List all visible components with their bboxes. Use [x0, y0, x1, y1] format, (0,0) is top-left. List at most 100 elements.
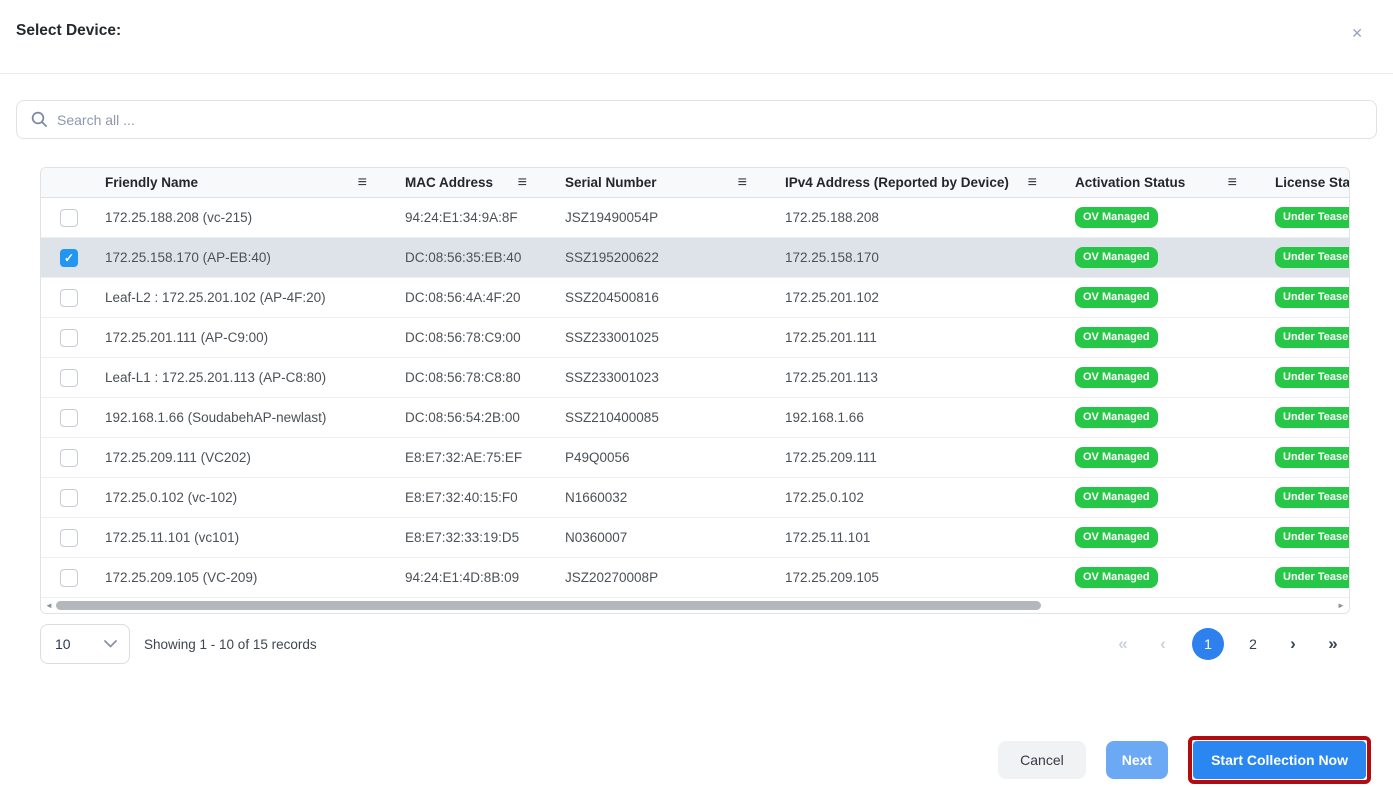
column-label: IPv4 Address (Reported by Device) [785, 175, 1009, 190]
table-row[interactable]: Leaf-L2 : 172.25.201.102 (AP-4F:20) DC:0… [41, 278, 1350, 318]
column-label: Activation Status [1075, 175, 1185, 190]
cell-mac-address: E8:E7:32:33:19:D5 [397, 530, 557, 545]
cell-serial-number: SSZ210400085 [557, 410, 777, 425]
modal-footer: Cancel Next Start Collection Now [0, 736, 1393, 784]
first-page-button[interactable]: « [1112, 634, 1134, 654]
table-row[interactable]: Leaf-L1 : 172.25.201.113 (AP-C8:80) DC:0… [41, 358, 1350, 398]
row-checkbox[interactable] [60, 369, 78, 387]
table-row[interactable]: 172.25.209.111 (VC202) E8:E7:32:AE:75:EF… [41, 438, 1350, 478]
column-menu-icon[interactable]: ≡ [1228, 174, 1237, 192]
cell-mac-address: DC:08:56:4A:4F:20 [397, 290, 557, 305]
cell-friendly-name: 172.25.188.208 (vc-215) [97, 210, 397, 225]
cell-ipv4-address: 172.25.209.105 [777, 570, 1067, 585]
column-menu-icon[interactable]: ≡ [1028, 174, 1037, 192]
cell-serial-number: P49Q0056 [557, 450, 777, 465]
license-status-badge: Under Teaser [1275, 567, 1350, 588]
cancel-button[interactable]: Cancel [998, 741, 1086, 779]
check-icon: ✓ [64, 252, 74, 264]
row-checkbox[interactable] [60, 329, 78, 347]
scroll-left-icon[interactable]: ◄ [43, 598, 55, 613]
horizontal-scrollbar: ◄ ► [41, 598, 1349, 613]
scrollbar-thumb[interactable] [56, 601, 1041, 610]
table-row[interactable]: 192.168.1.66 (SoudabehAP-newlast) DC:08:… [41, 398, 1350, 438]
cell-ipv4-address: 172.25.201.111 [777, 330, 1067, 345]
cell-friendly-name: 172.25.158.170 (AP-EB:40) [97, 250, 397, 265]
page-button-2[interactable]: 2 [1242, 636, 1264, 652]
activation-status-badge: OV Managed [1075, 527, 1158, 548]
row-checkbox-checked[interactable]: ✓ [60, 249, 78, 267]
row-checkbox[interactable] [60, 409, 78, 427]
close-icon[interactable]: ✕ [1351, 26, 1363, 73]
cell-ipv4-address: 172.25.201.113 [777, 370, 1067, 385]
start-collection-now-button[interactable]: Start Collection Now [1193, 741, 1366, 779]
highlight-annotation: Start Collection Now [1188, 736, 1371, 784]
license-status-badge: Under Teaser [1275, 207, 1350, 228]
cell-serial-number: N0360007 [557, 530, 777, 545]
activation-status-badge: OV Managed [1075, 207, 1158, 228]
license-status-badge: Under Teaser [1275, 247, 1350, 268]
search-input[interactable] [57, 112, 1362, 128]
cell-serial-number: N1660032 [557, 490, 777, 505]
column-header-friendly-name: Friendly Name ≡ [97, 174, 397, 192]
activation-status-badge: OV Managed [1075, 487, 1158, 508]
table-row[interactable]: 172.25.209.105 (VC-209) 94:24:E1:4D:8B:0… [41, 558, 1350, 598]
column-menu-icon[interactable]: ≡ [738, 174, 747, 192]
cell-serial-number: JSZ20270008P [557, 570, 777, 585]
scroll-right-icon[interactable]: ► [1335, 598, 1347, 613]
cell-ipv4-address: 172.25.158.170 [777, 250, 1067, 265]
row-checkbox[interactable] [60, 289, 78, 307]
row-checkbox[interactable] [60, 449, 78, 467]
page-title: Select Device: [16, 22, 121, 73]
column-menu-icon[interactable]: ≡ [518, 174, 527, 192]
table-row[interactable]: 172.25.201.111 (AP-C9:00) DC:08:56:78:C9… [41, 318, 1350, 358]
table-row[interactable]: 172.25.11.101 (vc101) E8:E7:32:33:19:D5 … [41, 518, 1350, 558]
last-page-button[interactable]: » [1322, 634, 1344, 654]
column-menu-icon[interactable]: ≡ [358, 174, 367, 192]
page-size-value: 10 [55, 636, 71, 652]
next-button[interactable]: Next [1106, 741, 1168, 779]
cell-mac-address: DC:08:56:78:C9:00 [397, 330, 557, 345]
cell-serial-number: SSZ195200622 [557, 250, 777, 265]
row-checkbox[interactable] [60, 569, 78, 587]
cell-mac-address: 94:24:E1:34:9A:8F [397, 210, 557, 225]
license-status-badge: Under Teaser [1275, 447, 1350, 468]
column-label: MAC Address [405, 175, 493, 190]
page-size-select[interactable]: 10 [40, 624, 130, 664]
row-checkbox[interactable] [60, 489, 78, 507]
next-page-button[interactable]: › [1282, 634, 1304, 654]
cell-ipv4-address: 172.25.0.102 [777, 490, 1067, 505]
cell-friendly-name: 172.25.0.102 (vc-102) [97, 490, 397, 505]
cell-ipv4-address: 172.25.11.101 [777, 530, 1067, 545]
table-row[interactable]: 172.25.188.208 (vc-215) 94:24:E1:34:9A:8… [41, 198, 1350, 238]
cell-friendly-name: 172.25.201.111 (AP-C9:00) [97, 330, 397, 345]
table-row[interactable]: 172.25.0.102 (vc-102) E8:E7:32:40:15:F0 … [41, 478, 1350, 518]
license-status-badge: Under Teaser [1275, 287, 1350, 308]
cell-friendly-name: 172.25.209.105 (VC-209) [97, 570, 397, 585]
cell-mac-address: DC:08:56:35:EB:40 [397, 250, 557, 265]
row-checkbox[interactable] [60, 209, 78, 227]
cell-mac-address: DC:08:56:78:C8:80 [397, 370, 557, 385]
search-bar [16, 100, 1377, 139]
activation-status-badge: OV Managed [1075, 247, 1158, 268]
column-label: License Status [1275, 175, 1350, 190]
prev-page-button[interactable]: ‹ [1152, 634, 1174, 654]
cell-friendly-name: 172.25.209.111 (VC202) [97, 450, 397, 465]
activation-status-badge: OV Managed [1075, 567, 1158, 588]
license-status-badge: Under Teaser [1275, 327, 1350, 348]
search-icon [31, 111, 48, 128]
cell-friendly-name: 192.168.1.66 (SoudabehAP-newlast) [97, 410, 397, 425]
activation-status-badge: OV Managed [1075, 327, 1158, 348]
cell-mac-address: DC:08:56:54:2B:00 [397, 410, 557, 425]
cell-friendly-name: Leaf-L2 : 172.25.201.102 (AP-4F:20) [97, 290, 397, 305]
cell-serial-number: SSZ204500816 [557, 290, 777, 305]
row-checkbox[interactable] [60, 529, 78, 547]
activation-status-badge: OV Managed [1075, 447, 1158, 468]
cell-friendly-name: 172.25.11.101 (vc101) [97, 530, 397, 545]
cell-friendly-name: Leaf-L1 : 172.25.201.113 (AP-C8:80) [97, 370, 397, 385]
column-header-ipv4-address: IPv4 Address (Reported by Device) ≡ [777, 174, 1067, 192]
table-row-selected[interactable]: ✓ 172.25.158.170 (AP-EB:40) DC:08:56:35:… [41, 238, 1350, 278]
page-button-1[interactable]: 1 [1192, 628, 1224, 660]
chevron-down-icon [104, 640, 117, 648]
column-header-activation-status: Activation Status ≡ [1067, 174, 1267, 192]
license-status-badge: Under Teaser [1275, 367, 1350, 388]
